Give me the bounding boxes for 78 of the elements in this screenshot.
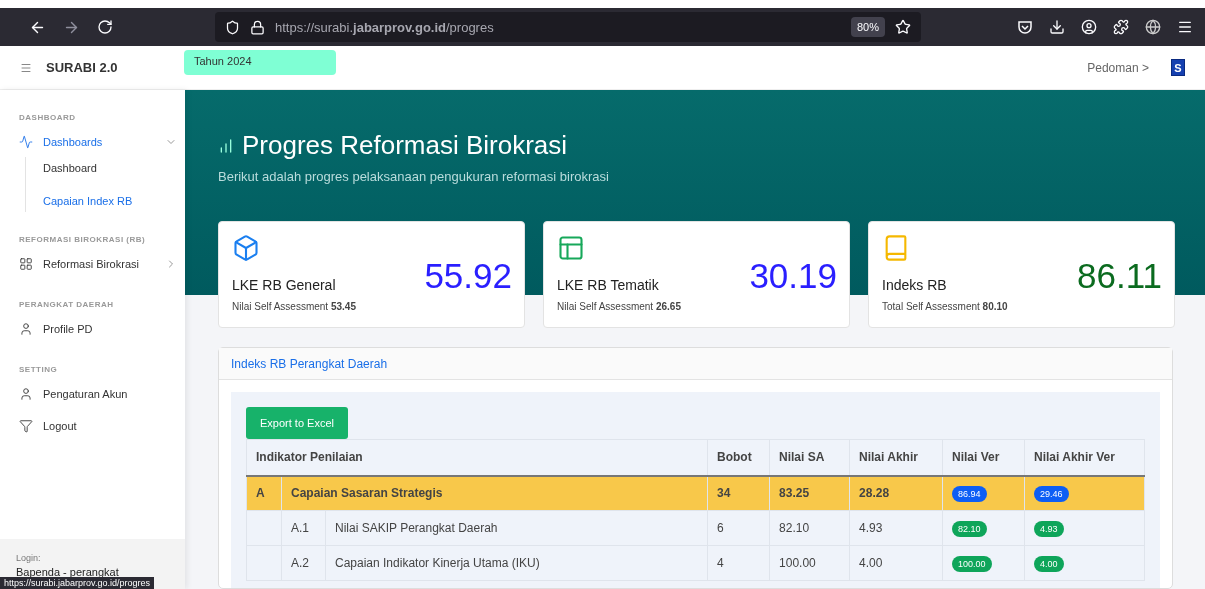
sidebar-subitem[interactable]: Capaian Index RB bbox=[43, 194, 133, 208]
section-title: DASHBOARD bbox=[19, 113, 76, 123]
score-badge: 100.00 bbox=[952, 556, 992, 572]
app-logo: S bbox=[1171, 59, 1185, 76]
table-cell: A bbox=[246, 475, 282, 511]
score-badge: 86.94 bbox=[952, 486, 987, 503]
sidebar-item[interactable]: Dashboards bbox=[19, 135, 177, 149]
filter-icon bbox=[19, 419, 33, 433]
stat-title: LKE RB General bbox=[232, 276, 337, 293]
table-cell: 6 bbox=[707, 510, 770, 546]
section-title: REFORMASI BIROKRASI (RB) bbox=[19, 235, 146, 245]
stat-note: Nilai Self Assessment 53.45 bbox=[232, 300, 357, 314]
table-cell: A.1 bbox=[281, 510, 326, 546]
table-cell: 34 bbox=[707, 475, 770, 511]
puzzle-icon[interactable] bbox=[1113, 19, 1129, 35]
sidebar-item[interactable]: Logout bbox=[19, 419, 177, 433]
panel-title: Indeks RB Perangkat Daerah bbox=[231, 356, 388, 371]
table-cell: A.2 bbox=[281, 545, 326, 581]
table-cell: 4.93 bbox=[849, 510, 943, 546]
url-text: https://surabi.jabarprov.go.id/progres bbox=[275, 19, 495, 35]
account-icon[interactable] bbox=[1081, 19, 1097, 35]
year-label: Tahun 2024 bbox=[184, 50, 336, 75]
stat-note: Total Self Assessment 80.10 bbox=[882, 300, 1009, 314]
layout-icon bbox=[557, 234, 585, 262]
table-cell: 82.10 bbox=[769, 510, 850, 546]
star-icon[interactable] bbox=[895, 19, 911, 35]
download-icon[interactable] bbox=[1049, 19, 1065, 35]
globe-icon[interactable] bbox=[1145, 19, 1161, 35]
table-cell: 83.25 bbox=[769, 475, 850, 511]
score-badge: 4.00 bbox=[1034, 556, 1064, 572]
address-bar[interactable]: https://surabi.jabarprov.go.id/progres 80% bbox=[215, 12, 921, 42]
table-cell: Capaian Indikator Kinerja Utama (IKU) bbox=[325, 545, 708, 581]
pocket-icon[interactable] bbox=[1017, 19, 1033, 35]
app-name: SURABI 2.0 bbox=[46, 60, 119, 75]
sidebar-item[interactable]: Pengaturan Akun bbox=[19, 387, 177, 401]
stat-value: 55.92 bbox=[424, 257, 512, 293]
column-header: Indikator Penilaian bbox=[246, 439, 708, 476]
column-header: Bobot bbox=[707, 439, 770, 476]
score-badge: 29.46 bbox=[1034, 486, 1069, 503]
stat-value: 30.19 bbox=[749, 257, 837, 293]
table-cell: 4 bbox=[707, 545, 770, 581]
cube-icon bbox=[232, 234, 260, 262]
zoom-level[interactable]: 80% bbox=[850, 17, 885, 37]
score-badge: 82.10 bbox=[952, 521, 987, 537]
section-title: SETTING bbox=[19, 365, 58, 375]
stat-value: 86.11 bbox=[1077, 257, 1162, 293]
page-subtitle: Berikut adalah progres pelaksanaan pengukuran reformasi birokrasi bbox=[218, 169, 610, 184]
sidebar-item[interactable]: Profile PD bbox=[19, 322, 177, 336]
login-label: Login: bbox=[16, 553, 42, 563]
user-icon bbox=[19, 387, 33, 401]
status-url: https://surabi.jabarprov.go.id/progres bbox=[0, 577, 154, 589]
login-user: Bapenda - perangkat bbox=[16, 566, 120, 578]
table-cell: Capaian Sasaran Strategis bbox=[281, 475, 708, 511]
sidebar-subitem[interactable]: Dashboard bbox=[43, 161, 133, 175]
stat-note: Nilai Self Assessment 26.65 bbox=[557, 300, 682, 314]
column-header: Nilai Akhir bbox=[849, 439, 943, 476]
reload-icon[interactable] bbox=[97, 19, 113, 35]
shield-icon[interactable] bbox=[225, 19, 240, 35]
stat-title: Indeks RB bbox=[882, 276, 948, 293]
pulse-icon bbox=[19, 135, 33, 149]
lock-icon bbox=[250, 19, 265, 35]
table-cell: 100.00 bbox=[769, 545, 850, 581]
page-title: Progres Reformasi Birokrasi bbox=[242, 130, 568, 161]
column-header: Nilai Akhir Ver bbox=[1024, 439, 1145, 476]
menu-icon[interactable] bbox=[1177, 19, 1193, 35]
sidebar-item[interactable]: Reformasi Birokrasi bbox=[19, 257, 177, 271]
stat-title: LKE RB Tematik bbox=[557, 276, 660, 293]
column-header: Nilai Ver bbox=[942, 439, 1025, 476]
table-cell: Nilai SAKIP Perangkat Daerah bbox=[325, 510, 708, 546]
section-title: PERANGKAT DAERAH bbox=[19, 300, 114, 310]
table-cell: 4.00 bbox=[849, 545, 943, 581]
score-badge: 4.93 bbox=[1034, 521, 1064, 537]
grid-icon bbox=[19, 257, 33, 271]
user-icon bbox=[19, 322, 33, 336]
table-cell: 28.28 bbox=[849, 475, 943, 511]
chart-icon bbox=[218, 137, 234, 154]
pedoman-link[interactable]: Pedoman > bbox=[1087, 60, 1149, 75]
column-header: Nilai SA bbox=[769, 439, 850, 476]
